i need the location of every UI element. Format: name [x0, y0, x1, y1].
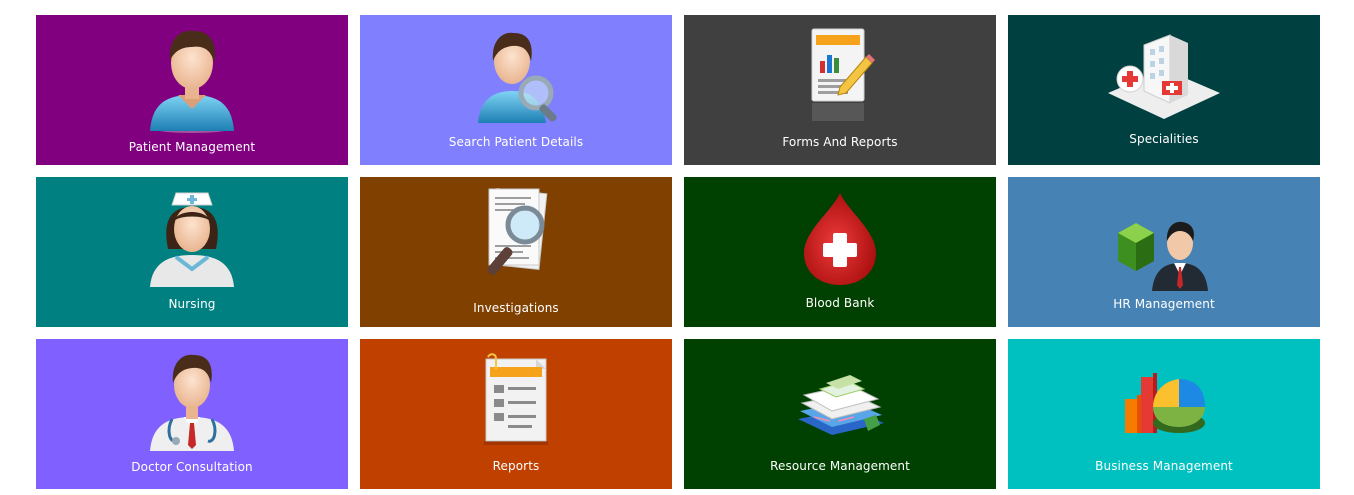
- tile-blood-bank[interactable]: Blood Bank: [684, 177, 996, 327]
- tile-label: HR Management: [1113, 297, 1215, 311]
- blood-drop-icon: [804, 193, 876, 285]
- tile-label: Patient Management: [128, 140, 256, 154]
- hr-icon: [1118, 221, 1208, 291]
- tile-forms-and-reports[interactable]: Forms And Reports: [684, 15, 996, 165]
- hospital-icon: [1108, 34, 1220, 119]
- tile-label: Specialities: [1129, 132, 1199, 146]
- patient-icon: [150, 30, 234, 133]
- tile-specialities[interactable]: Specialities: [1008, 15, 1320, 165]
- tile-patient-management[interactable]: Patient Management: [36, 15, 348, 165]
- tile-reports[interactable]: Reports: [360, 339, 672, 489]
- doctor-icon: [150, 354, 234, 451]
- forms-reports-icon: [811, 28, 875, 121]
- dashboard-grid: Patient Management Search Patient Detail…: [0, 0, 1354, 495]
- tile-label: Doctor Consultation: [131, 460, 253, 474]
- tile-nursing[interactable]: Nursing: [36, 177, 348, 327]
- resource-icon: [798, 375, 884, 435]
- tile-doctor-consultation[interactable]: Doctor Consultation: [36, 339, 348, 489]
- tile-label: Search Patient Details: [448, 135, 584, 149]
- tile-label: Forms And Reports: [782, 135, 898, 149]
- tile-investigations[interactable]: Investigations: [360, 177, 672, 327]
- reports-icon: [484, 353, 548, 445]
- investigation-icon: [487, 188, 548, 275]
- tile-search-patient-details[interactable]: Search Patient Details: [360, 15, 672, 165]
- business-chart-icon: [1125, 373, 1205, 433]
- tile-label: Blood Bank: [805, 296, 875, 310]
- nurse-icon: [150, 192, 234, 287]
- tile-hr-management[interactable]: HR Management: [1008, 177, 1320, 327]
- tile-label: Investigations: [473, 301, 559, 315]
- search-patient-icon: [478, 32, 557, 123]
- tile-label: Resource Management: [770, 459, 910, 473]
- tile-label: Nursing: [168, 297, 216, 311]
- tile-label: Business Management: [1095, 459, 1233, 473]
- tile-label: Reports: [492, 459, 540, 473]
- tile-resource-management[interactable]: Resource Management: [684, 339, 996, 489]
- tile-business-management[interactable]: Business Management: [1008, 339, 1320, 489]
